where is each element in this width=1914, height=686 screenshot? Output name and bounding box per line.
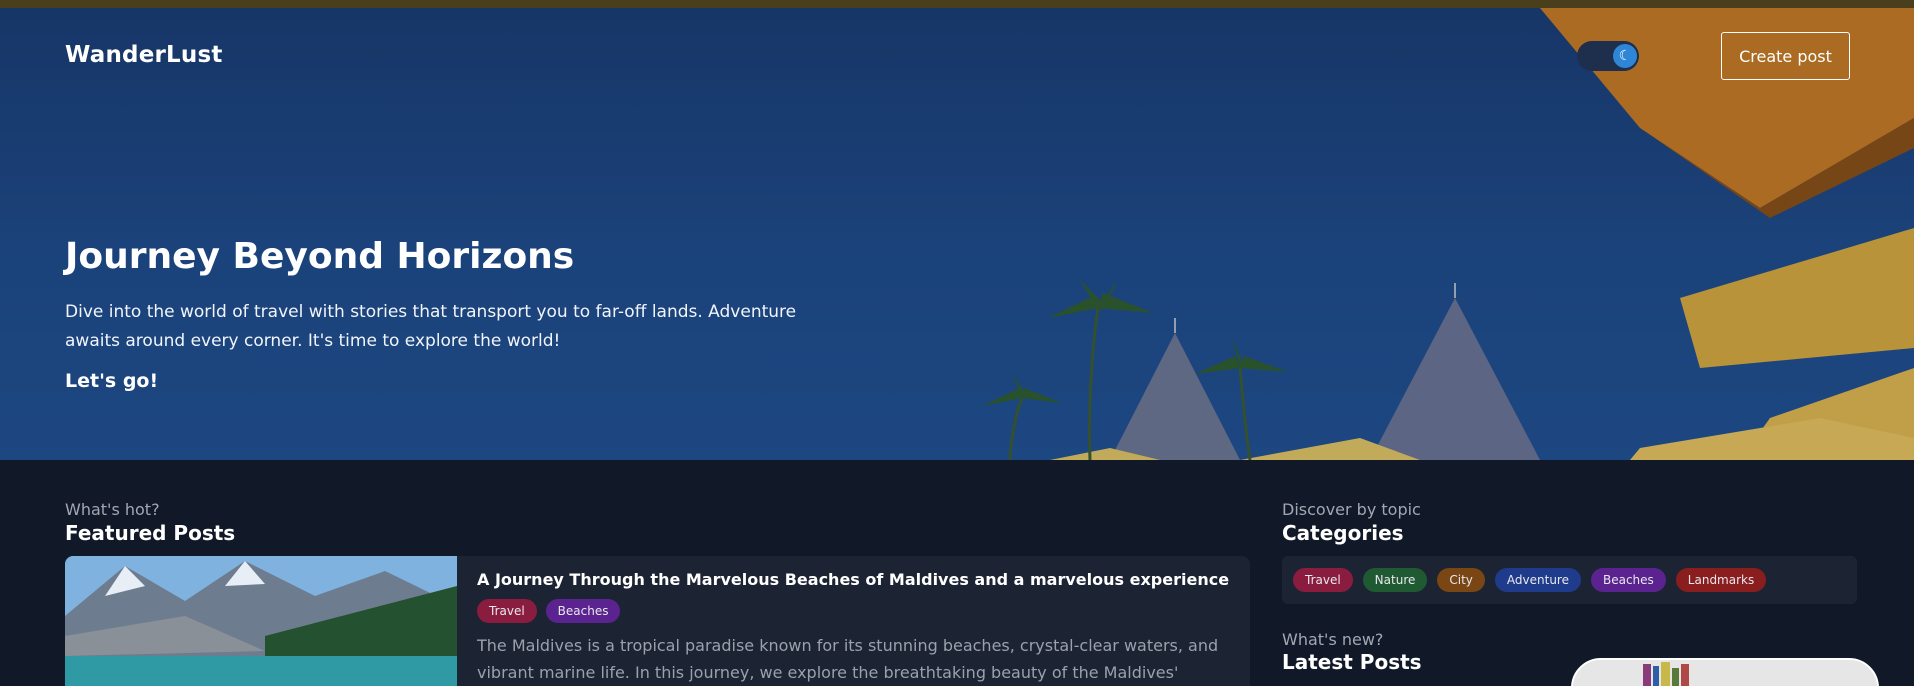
featured-title: Featured Posts [65, 521, 236, 545]
post-title[interactable]: A Journey Through the Marvelous Beaches … [477, 570, 1229, 589]
featured-post-card[interactable]: A Journey Through the Marvelous Beaches … [65, 556, 1250, 686]
theme-toggle[interactable]: ☾ [1577, 41, 1639, 71]
post-tags: Travel Beaches [477, 599, 621, 623]
latest-thumbnail-image [1573, 660, 1877, 686]
categories-panel: Travel Nature City Adventure Beaches Lan… [1282, 556, 1857, 604]
latest-eyebrow: What's new? [1282, 630, 1384, 649]
category-travel[interactable]: Travel [1293, 568, 1353, 592]
hero-description: Dive into the world of travel with stori… [65, 302, 797, 351]
tag-beaches[interactable]: Beaches [545, 599, 621, 623]
hero-overlay [0, 8, 1914, 460]
hero-title: Journey Beyond Horizons [65, 236, 575, 277]
post-thumbnail [65, 556, 457, 686]
post-excerpt: The Maldives is a tropical paradise know… [477, 636, 1219, 682]
top-strip [0, 0, 1914, 8]
category-beaches[interactable]: Beaches [1590, 568, 1666, 592]
hero-banner: WanderLust ☾ Create post Journey Beyond … [0, 8, 1914, 460]
categories-eyebrow: Discover by topic [1282, 500, 1421, 519]
latest-title: Latest Posts [1282, 650, 1422, 674]
tag-travel[interactable]: Travel [477, 599, 537, 623]
create-post-button[interactable]: Create post [1721, 32, 1850, 80]
category-landmarks[interactable]: Landmarks [1675, 568, 1767, 592]
category-nature[interactable]: Nature [1362, 568, 1428, 592]
featured-eyebrow: What's hot? [65, 500, 160, 519]
latest-post-thumbnail[interactable] [1571, 658, 1879, 686]
category-city[interactable]: City [1437, 568, 1485, 592]
moon-icon: ☾ [1613, 44, 1637, 68]
brand-logo[interactable]: WanderLust [65, 42, 223, 68]
categories-title: Categories [1282, 521, 1404, 545]
category-adventure[interactable]: Adventure [1494, 568, 1581, 592]
hero-cta-link[interactable]: Let's go! [65, 370, 158, 392]
